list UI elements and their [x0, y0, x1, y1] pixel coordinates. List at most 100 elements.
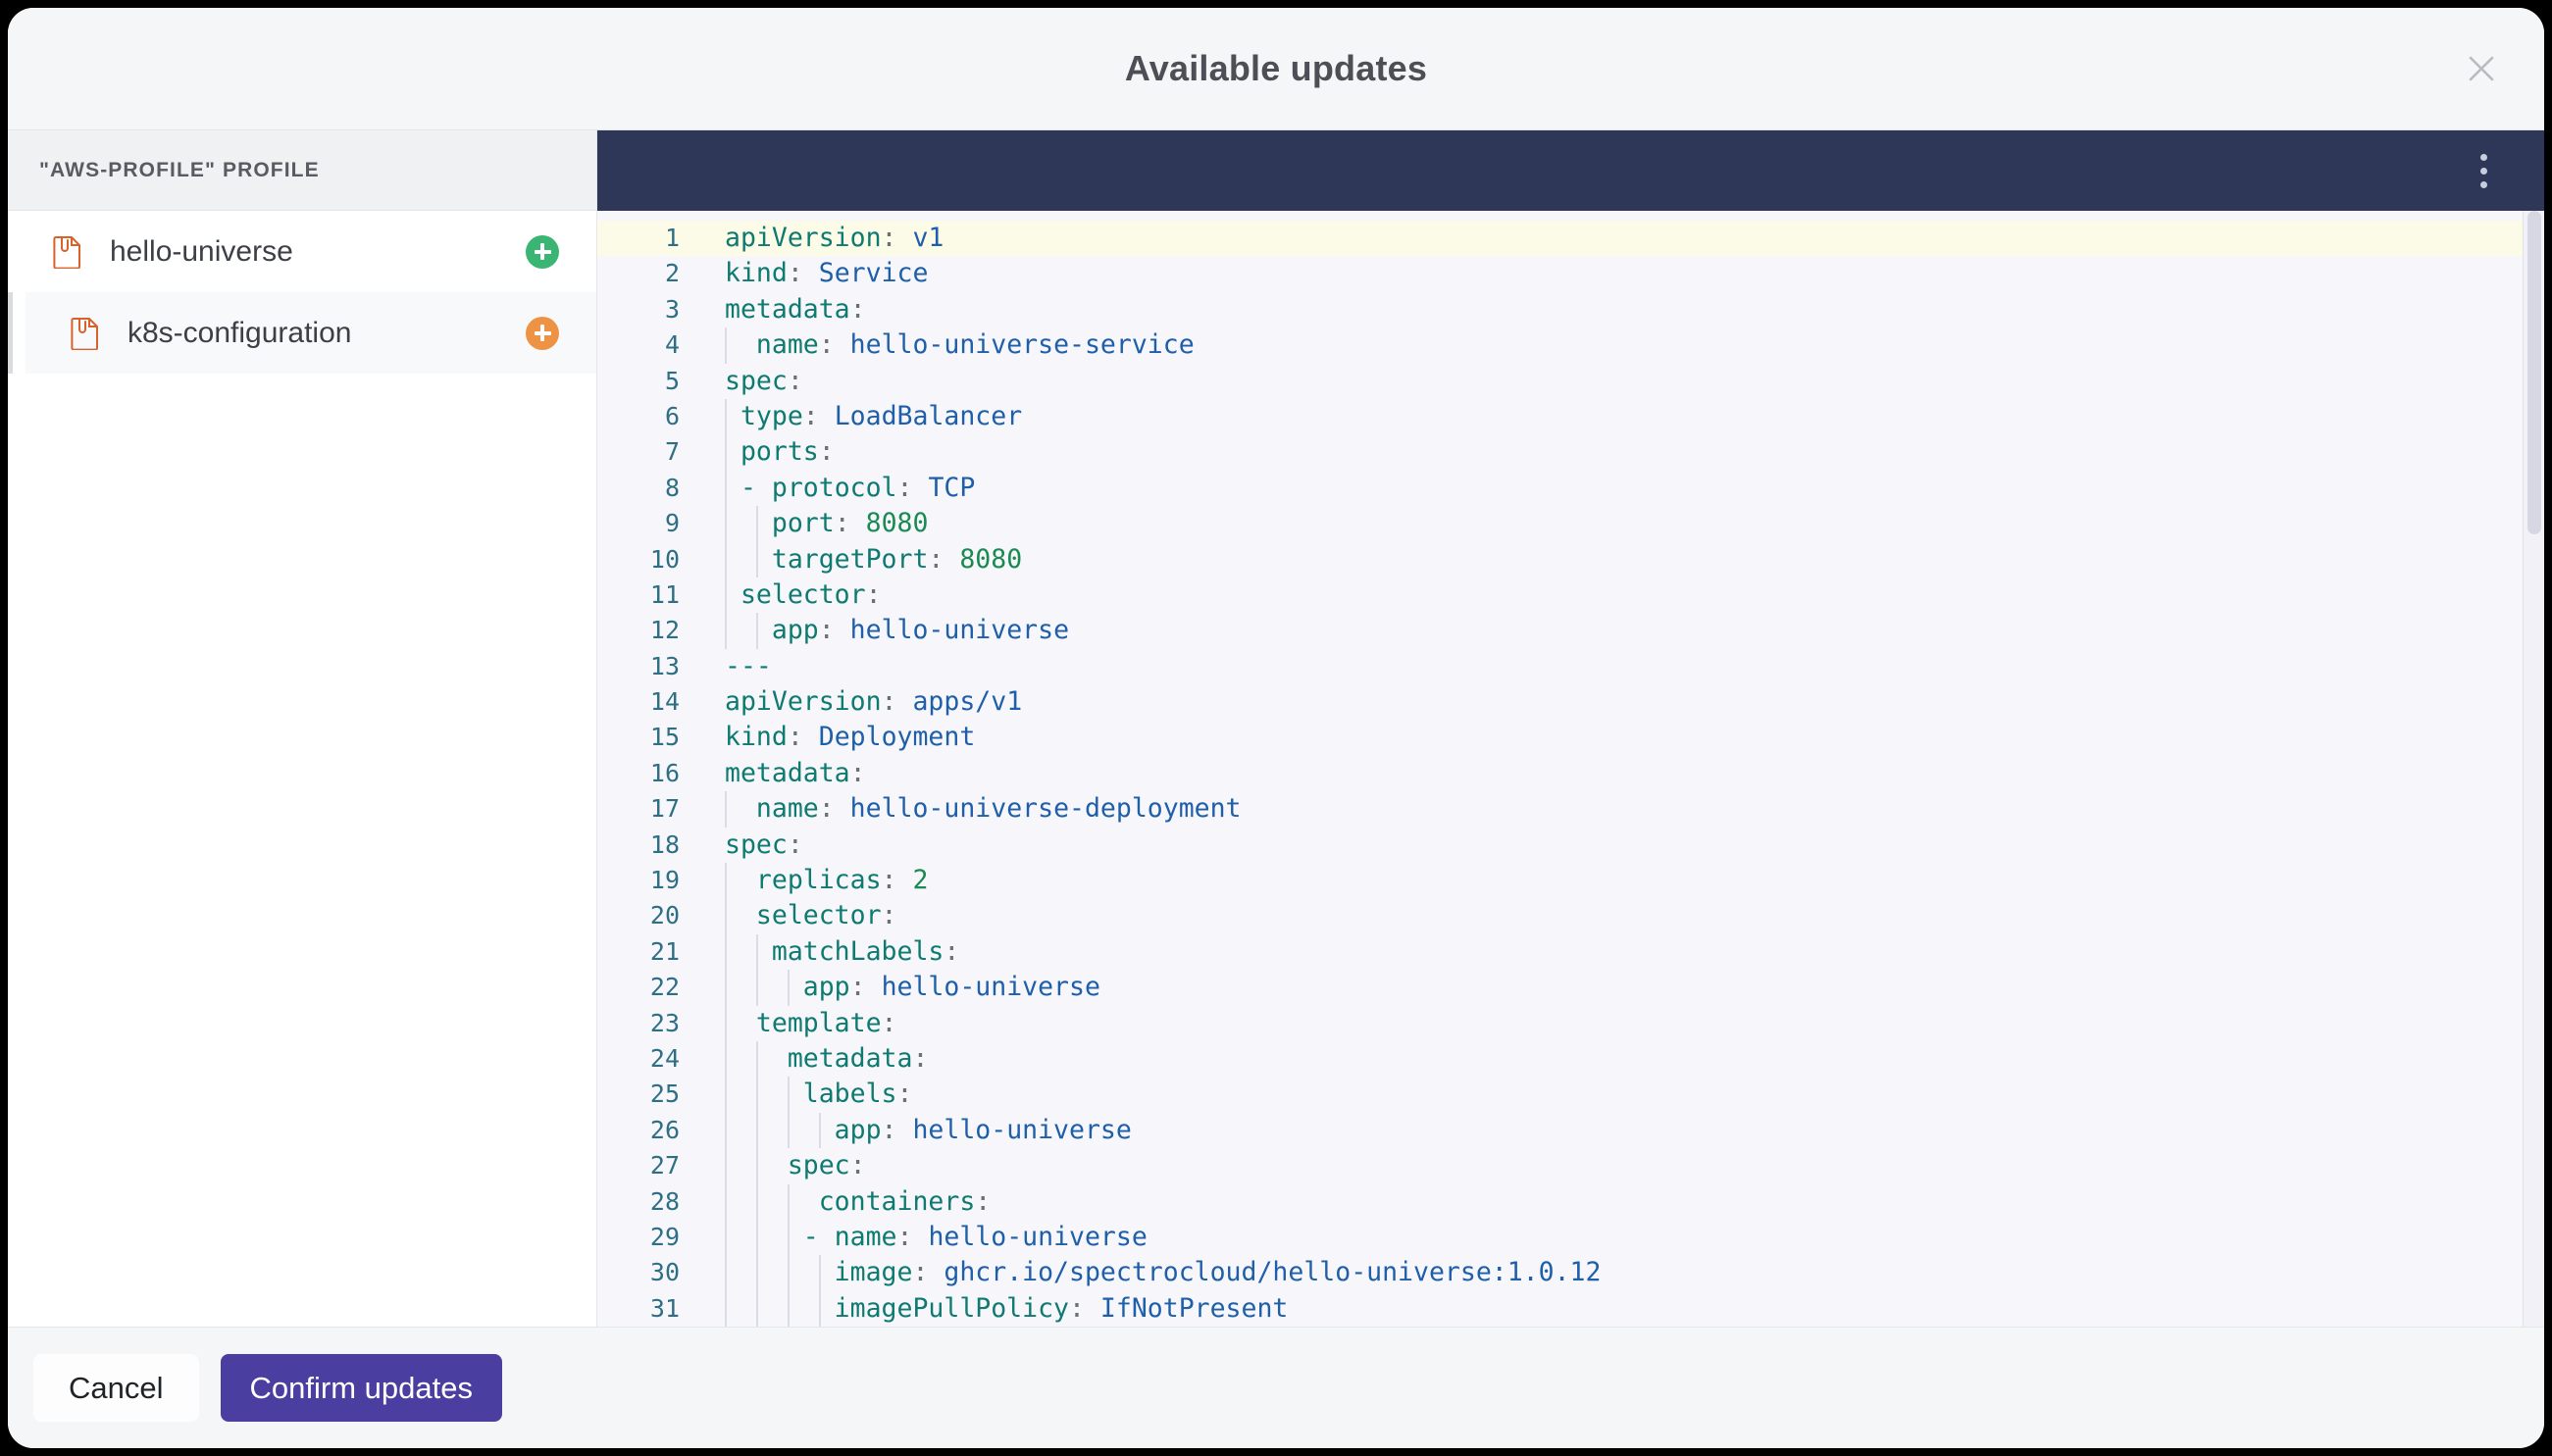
indent-guide [787, 1077, 790, 1113]
line-number: 30 [649, 1258, 680, 1287]
dialog-title: Available updates [1124, 48, 1428, 88]
sidebar-item-hello-universe[interactable]: hello-universe [8, 211, 596, 292]
indent-guide [787, 1290, 790, 1327]
code-content[interactable]: 1 apiVersion: v1 2 kind: Service 3 metadata: 4… [597, 211, 2544, 1327]
code-token: metadata [725, 757, 850, 788]
code-token: : [881, 223, 897, 253]
indent-guide [787, 1112, 790, 1149]
line-number: 25 [649, 1079, 680, 1109]
code-text: ports: [715, 434, 835, 471]
code-token: spec [725, 828, 788, 860]
code-line: 17 name: hello-universe-deployment [597, 791, 2544, 828]
code-token: : [787, 258, 803, 289]
close-icon[interactable] [2460, 47, 2503, 90]
indent-guide [755, 1112, 758, 1149]
cancel-button[interactable]: Cancel [33, 1354, 199, 1422]
code-token: : [834, 508, 850, 539]
line-number: 28 [649, 1186, 680, 1216]
line-number: 8 [664, 473, 680, 502]
code-text: replicas: 2 [715, 863, 928, 899]
indent-guide [787, 1183, 790, 1220]
indent-guide [725, 541, 727, 577]
plus-icon[interactable] [526, 316, 559, 350]
indent-guide [755, 1148, 758, 1184]
code-token: type [725, 400, 803, 431]
line-number: 10 [649, 544, 680, 574]
line-number: 14 [649, 687, 680, 717]
code-line: 12 app: hello-universe [597, 613, 2544, 649]
code-line: 13 --- [597, 649, 2544, 684]
code-token: port [725, 508, 835, 539]
indent-guide [725, 577, 727, 614]
indent-guide [725, 434, 727, 471]
indent-guide [725, 327, 727, 364]
editor-vertical-scrollbar[interactable] [2523, 211, 2544, 1327]
indent-guide [725, 791, 727, 828]
line-number: 9 [664, 509, 680, 538]
line-number: 24 [649, 1043, 680, 1073]
code-line: 31 imagePullPolicy: IfNotPresent [597, 1290, 2544, 1327]
code-text: --- [715, 649, 772, 684]
line-number: 17 [649, 794, 680, 824]
kebab-menu-icon[interactable] [2466, 149, 2501, 192]
code-line: 27 spec: [597, 1148, 2544, 1184]
code-line: 22 app: hello-universe [597, 970, 2544, 1006]
sidebar-item-k8s-configuration[interactable]: k8s-configuration [8, 292, 596, 374]
code-token: : [1069, 1292, 1085, 1324]
line-number: 2 [664, 259, 680, 288]
indent-guide [725, 970, 727, 1006]
confirm-updates-button[interactable]: Confirm updates [220, 1354, 502, 1422]
code-line: 21 matchLabels: [597, 933, 2544, 971]
line-number: 29 [649, 1222, 680, 1251]
code-token: ports [725, 436, 819, 468]
line-number: 5 [664, 366, 680, 395]
code-text: imagePullPolicy: IfNotPresent [715, 1290, 1288, 1327]
code-editor[interactable]: 1 apiVersion: v1 2 kind: Service 3 metadata: 4… [597, 211, 2544, 1327]
editor-pane: 1 apiVersion: v1 2 kind: Service 3 metadata: 4… [597, 130, 2544, 1327]
code-token: - [725, 1221, 835, 1252]
code-line: 19 replicas: 2 [597, 863, 2544, 899]
indent-guide [755, 1290, 758, 1327]
line-number: 15 [649, 723, 680, 752]
screen: Available updates "AWS-PROFILE" PROFILE [0, 0, 2552, 1456]
code-text: app: hello-universe [715, 613, 1069, 649]
code-token: TCP [912, 472, 976, 503]
code-token: spec [725, 1150, 850, 1181]
code-token: apiVersion [725, 223, 882, 253]
code-token: containers [725, 1185, 976, 1217]
code-text: apiVersion: v1 [715, 221, 944, 256]
indent-guide [787, 1219, 790, 1256]
sidebar-item-label: k8s-configuration [128, 316, 352, 349]
code-line: 23 template: [597, 1005, 2544, 1041]
indent-guide [755, 613, 758, 649]
code-token: : [944, 935, 960, 967]
indent-guide [755, 1183, 758, 1220]
code-line: 10 targetPort: 8080 [597, 541, 2544, 577]
indent-guide [818, 1112, 821, 1149]
indent-guide [755, 1219, 758, 1256]
code-text: kind: Deployment [715, 720, 975, 755]
code-token: : [881, 865, 897, 896]
code-token: : [849, 1150, 866, 1181]
code-line: 16 metadata: [597, 756, 2544, 791]
indent-guide [725, 470, 727, 507]
code-line: 11 selector: [597, 577, 2544, 614]
code-token: name [834, 1221, 897, 1252]
code-token: apiVersion [725, 686, 882, 718]
code-line: 2 kind: Service [597, 256, 2544, 291]
code-token: metadata [725, 1042, 913, 1074]
line-number: 11 [649, 579, 680, 609]
line-number: 26 [649, 1115, 680, 1144]
code-token: : [802, 400, 819, 431]
code-text: name: hello-universe-deployment [715, 791, 1242, 828]
code-token: : [818, 793, 835, 825]
scrollbar-thumb[interactable] [2527, 211, 2541, 534]
code-line: 15 kind: Deployment [597, 720, 2544, 755]
code-line: 20 selector: [597, 898, 2544, 934]
code-line: 29 - name: hello-universe [597, 1219, 2544, 1256]
code-token: : [818, 329, 835, 361]
dialog-footer: Cancel Confirm updates [8, 1327, 2544, 1448]
plus-icon[interactable] [526, 234, 559, 269]
code-token: hello-universe-service [834, 329, 1195, 361]
code-token: protocol [771, 472, 897, 503]
